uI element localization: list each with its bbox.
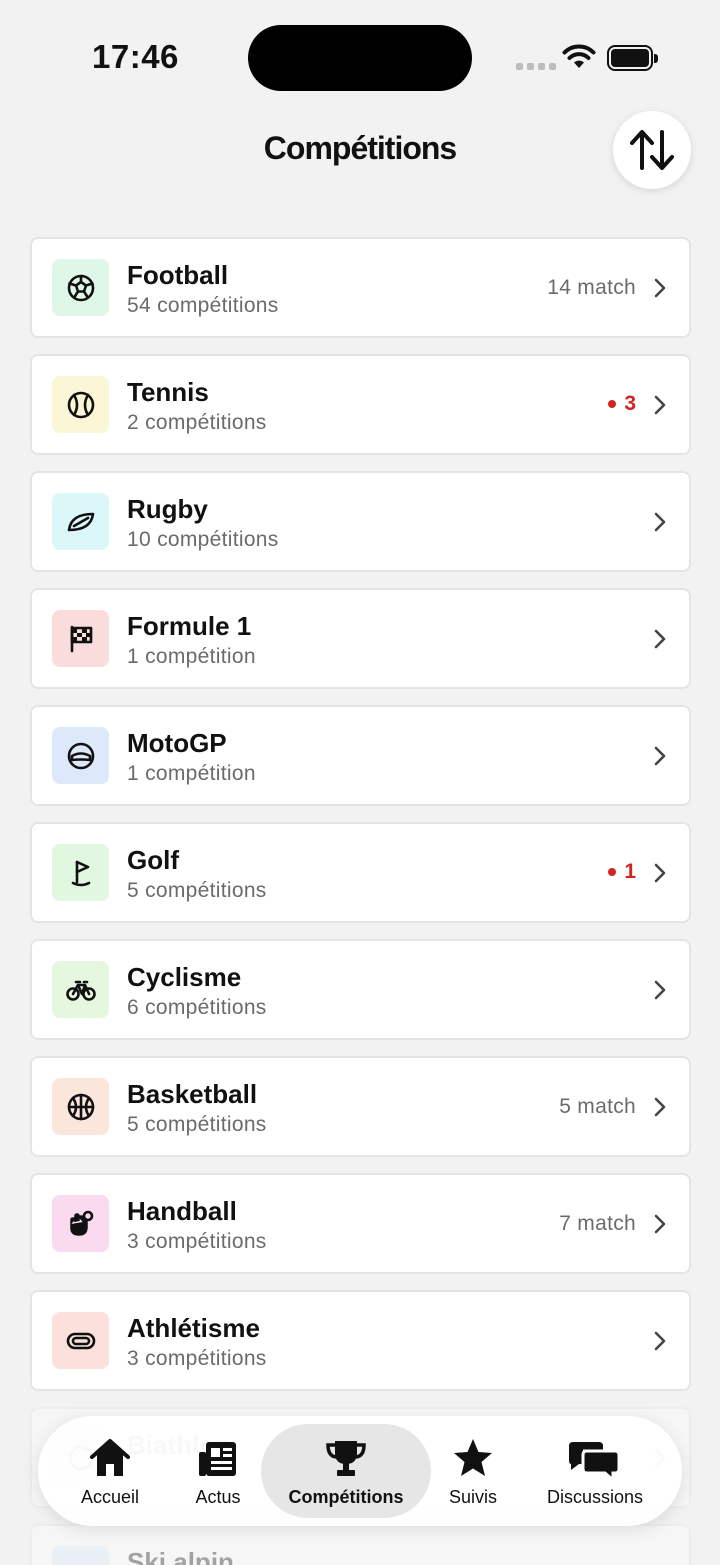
match-count: 7 match bbox=[559, 1212, 636, 1235]
match-count: 5 match bbox=[559, 1095, 636, 1118]
chevron-right-icon bbox=[654, 629, 666, 649]
home-icon bbox=[90, 1439, 130, 1476]
competition-row-motogp[interactable]: MotoGP 1 compétition bbox=[30, 705, 691, 806]
chevron-right-icon bbox=[654, 863, 666, 883]
competition-row-tennis[interactable]: Tennis 2 compétitions 3 bbox=[30, 354, 691, 455]
competition-name: Football bbox=[127, 260, 229, 290]
basketball-icon bbox=[67, 1093, 94, 1120]
helmet-icon bbox=[67, 742, 94, 769]
dynamic-island bbox=[248, 25, 472, 91]
hand-ball-icon bbox=[69, 1210, 93, 1236]
competition-row-rugby[interactable]: Rugby 10 compétitions bbox=[30, 471, 691, 572]
competition-row-ski-alpin[interactable]: Ski alpin bbox=[30, 1524, 691, 1565]
chevron-right-icon bbox=[654, 1331, 666, 1351]
competition-count: 5 compétitions bbox=[127, 879, 267, 902]
competition-count: 2 compétitions bbox=[127, 411, 267, 434]
chat-bubbles-icon bbox=[569, 1442, 621, 1480]
sport-icon-box bbox=[52, 1546, 109, 1565]
competition-count: 5 compétitions bbox=[127, 1113, 267, 1136]
sport-icon-box bbox=[52, 961, 109, 1018]
competition-row-cyclisme[interactable]: Cyclisme 6 compétitions bbox=[30, 939, 691, 1040]
competition-row-football[interactable]: Football 54 compétitions 14 match bbox=[30, 237, 691, 338]
track-icon bbox=[66, 1332, 95, 1349]
sport-icon-box bbox=[52, 259, 109, 316]
tab-competitions[interactable]: Compétitions bbox=[261, 1416, 431, 1526]
live-count: 3 bbox=[624, 392, 636, 415]
competition-name: Rugby bbox=[127, 494, 208, 524]
sport-icon-box bbox=[52, 1078, 109, 1135]
live-dot-icon bbox=[608, 868, 617, 876]
ski-icon bbox=[65, 1559, 97, 1565]
sport-icon-box bbox=[52, 493, 109, 550]
competition-count: 3 compétitions bbox=[127, 1347, 267, 1370]
chevron-right-icon bbox=[654, 980, 666, 1000]
tab-label: Suivis bbox=[448, 1487, 497, 1507]
status-bar: 17:46 bbox=[0, 0, 720, 110]
sort-arrows-icon bbox=[630, 130, 674, 170]
tennis-ball-icon bbox=[67, 391, 94, 418]
sport-icon-box bbox=[52, 1195, 109, 1252]
trophy-icon bbox=[326, 1441, 366, 1476]
chevron-right-icon bbox=[654, 278, 666, 298]
sport-icon-box bbox=[52, 844, 109, 901]
competition-count: 3 compétitions bbox=[127, 1230, 267, 1253]
chevron-right-icon bbox=[654, 512, 666, 532]
tab-actus[interactable]: Actus bbox=[178, 1416, 258, 1526]
rugby-ball-icon bbox=[67, 512, 94, 531]
sport-icon-box bbox=[52, 727, 109, 784]
tab-bar: Accueil Actus Compétitions Suivis Discussion… bbox=[38, 1416, 682, 1526]
competition-count: 10 compétitions bbox=[127, 528, 279, 551]
soccer-ball-icon bbox=[67, 274, 94, 301]
tab-accueil[interactable]: Accueil bbox=[68, 1416, 152, 1526]
cellular-signal-icon bbox=[516, 63, 556, 70]
tab-label: Compétitions bbox=[288, 1487, 404, 1507]
competition-row-athl-tisme[interactable]: Athlétisme 3 compétitions bbox=[30, 1290, 691, 1391]
competition-count: 1 compétition bbox=[127, 645, 256, 668]
competition-name: Athlétisme bbox=[127, 1313, 260, 1343]
checkered-flag-icon bbox=[70, 625, 92, 652]
tab-label: Accueil bbox=[80, 1487, 140, 1507]
competition-count: 54 compétitions bbox=[127, 294, 279, 317]
star-icon bbox=[454, 1439, 492, 1476]
newspaper-icon bbox=[199, 1442, 236, 1476]
competition-name: MotoGP bbox=[127, 728, 227, 758]
tab-label: Discussions bbox=[546, 1487, 644, 1507]
chevron-right-icon bbox=[654, 395, 666, 415]
competition-row-basketball[interactable]: Basketball 5 compétitions 5 match bbox=[30, 1056, 691, 1157]
competition-name: Formule 1 bbox=[127, 611, 252, 641]
competition-row-formule-1[interactable]: Formule 1 1 compétition bbox=[30, 588, 691, 689]
sport-icon-box bbox=[52, 610, 109, 667]
bicycle-icon bbox=[65, 980, 96, 1001]
competition-count: 6 compétitions bbox=[127, 996, 267, 1019]
competition-name: Ski alpin bbox=[127, 1547, 234, 1565]
competition-name: Golf bbox=[127, 845, 179, 875]
competition-row-golf[interactable]: Golf 5 compétitions 1 bbox=[30, 822, 691, 923]
chevron-right-icon bbox=[654, 1214, 666, 1234]
wifi-icon bbox=[562, 44, 596, 68]
chevron-right-icon bbox=[654, 1097, 666, 1117]
competition-count: 1 compétition bbox=[127, 762, 256, 785]
battery-icon bbox=[607, 45, 658, 71]
tab-suivis[interactable]: Suivis bbox=[433, 1416, 513, 1526]
page-title: Compétitions bbox=[263, 130, 457, 166]
competition-name: Basketball bbox=[127, 1079, 258, 1109]
sort-button[interactable] bbox=[613, 111, 691, 189]
tab-label: Actus bbox=[195, 1487, 241, 1507]
competition-name: Cyclisme bbox=[127, 962, 242, 992]
tab-discussions[interactable]: Discussions bbox=[533, 1416, 657, 1526]
chevron-right-icon bbox=[654, 746, 666, 766]
live-badge: 3 bbox=[608, 392, 636, 416]
live-dot-icon bbox=[608, 400, 617, 408]
match-count: 14 match bbox=[547, 276, 636, 299]
sport-icon-box bbox=[52, 376, 109, 433]
status-time: 17:46 bbox=[92, 38, 179, 75]
live-badge: 1 bbox=[608, 860, 636, 884]
sport-icon-box bbox=[52, 1312, 109, 1369]
golf-flag-icon bbox=[71, 860, 90, 886]
competition-name: Handball bbox=[127, 1196, 237, 1226]
live-count: 1 bbox=[624, 860, 636, 883]
competition-row-handball[interactable]: Handball 3 compétitions 7 match bbox=[30, 1173, 691, 1274]
competition-name: Tennis bbox=[127, 377, 209, 407]
